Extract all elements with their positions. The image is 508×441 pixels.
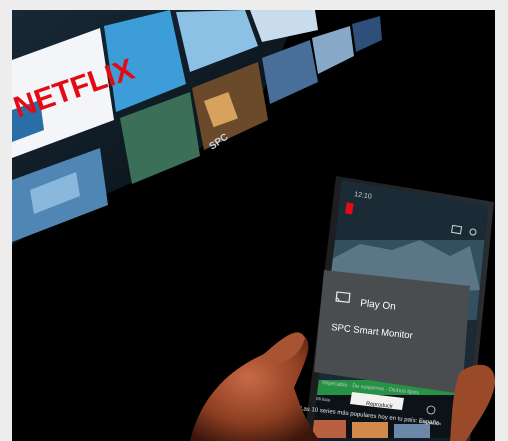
photo-frame: NETFLIX SPC 12:10 Play On SPC Smart Moni…: [0, 0, 508, 441]
photo: NETFLIX SPC 12:10 Play On SPC Smart Moni…: [0, 0, 508, 441]
